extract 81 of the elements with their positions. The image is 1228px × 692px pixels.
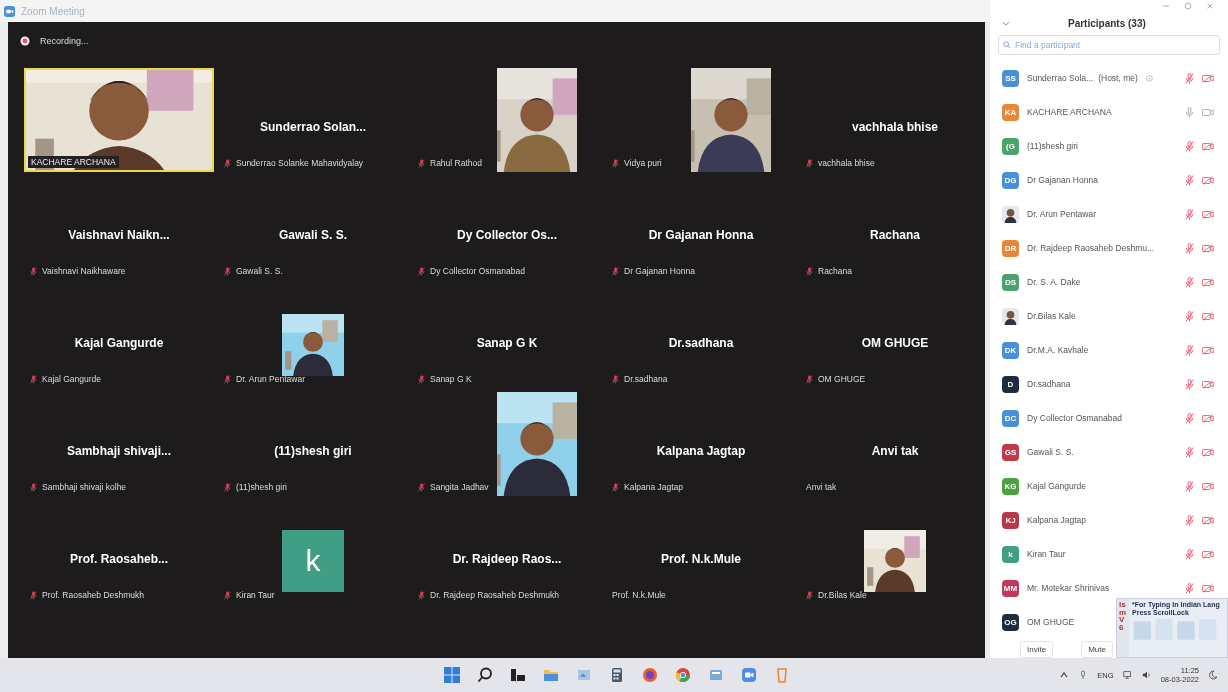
participant-label: Dr Gajanan Honna xyxy=(624,266,695,276)
participant-name: Sambhaji shivaji... xyxy=(66,444,171,458)
participant-name: Dr Gajanan Honna xyxy=(648,228,754,242)
participant-label: Vaishnavi Naikhaware xyxy=(42,266,126,276)
participant-label: Anvi tak xyxy=(806,482,837,492)
participant-label: vachhala bhise xyxy=(818,158,875,168)
participant-name: Kajal Gangurde xyxy=(1027,481,1087,491)
participant-name: Dr. Arun Pentawar xyxy=(1027,209,1096,219)
initials-avatar: MM xyxy=(1002,579,1019,597)
role-label: (Host, me) xyxy=(1098,73,1138,83)
participant-label: Sambhaji shivaji kolhe xyxy=(42,482,127,492)
participant-label: Gawali S. S. xyxy=(236,266,283,276)
initials-avatar: KJ xyxy=(1002,511,1019,529)
participant-name: Dr. Rajdeep Raosaheb Deshmu... xyxy=(1027,243,1155,253)
participant-name: Prof. N.k.Mule xyxy=(661,552,741,566)
participant-name: Rachana xyxy=(870,228,920,242)
ime-badge: ism V6 xyxy=(1117,599,1129,657)
participant-label: Vidya puri xyxy=(624,158,662,168)
participant-name: Dy Collector Osmanabad xyxy=(1027,413,1122,423)
recording-status: Recording... xyxy=(40,36,89,46)
initials-avatar: KA xyxy=(1002,103,1019,121)
initials-avatar: k xyxy=(1002,545,1019,563)
participant-label: Sangita Jadhav xyxy=(430,482,489,492)
initials-avatar: DK xyxy=(1002,341,1019,359)
initials-avatar: KG xyxy=(1002,477,1019,495)
participant-name: Sanap G K xyxy=(476,336,538,350)
participant-name: (11)shesh giri xyxy=(1027,141,1078,151)
participant-label: Rachana xyxy=(818,266,853,276)
participant-name: Prof. Raosaheb... xyxy=(70,552,168,566)
participant-label: (11)shesh giri xyxy=(236,482,287,492)
participant-label: Dy Collector Osmanabad xyxy=(430,266,525,276)
participant-label: OM GHUGE xyxy=(818,374,866,384)
participant-name: OM GHUGE xyxy=(861,336,929,350)
participant-label: Prof. N.k.Mule xyxy=(612,590,666,600)
participant-label: Kajal Gangurde xyxy=(42,374,102,384)
initials-avatar: DR xyxy=(1002,239,1019,257)
initials-avatar: DG xyxy=(1002,171,1019,189)
letter-avatar: k xyxy=(282,530,344,592)
participant-label: Dr.Bilas Kale xyxy=(818,590,867,600)
participant-label: Dr. Arun Pentawar xyxy=(236,374,305,384)
participant-name: Kalpana Jagtap xyxy=(1027,515,1087,525)
participant-label: Sanap G K xyxy=(430,374,472,384)
participant-name: Kajal Gangurde xyxy=(74,336,164,350)
participant-name: Kiran Taur xyxy=(1027,549,1066,559)
participant-label: KACHARE ARCHANA xyxy=(31,157,116,167)
initials-avatar: D xyxy=(1002,375,1019,393)
participant-label: Prof. Raosaheb Deshmukh xyxy=(42,590,145,600)
participant-name: Vaishnavi Naikn... xyxy=(68,228,170,242)
participant-label: Dr.sadhana xyxy=(624,374,668,384)
participant-name: Dr.sadhana xyxy=(668,336,734,350)
participant-name: Dr.Bilas Kale xyxy=(1027,311,1076,321)
participant-name: Kalpana Jagtap xyxy=(656,444,746,458)
participant-name: Dr Gajanan Honna xyxy=(1027,175,1098,185)
participant-name: Dy Collector Os... xyxy=(457,228,557,242)
panel-title: Participants (33) xyxy=(1068,18,1146,30)
participant-name: Gawali S. S. xyxy=(279,228,347,242)
participant-name: Anvi tak xyxy=(871,444,919,458)
participant-name: Gawali S. S. xyxy=(1027,447,1074,457)
participant-name: KACHARE ARCHANA xyxy=(1027,107,1112,117)
initials-avatar: OG xyxy=(1002,613,1019,631)
participant-name: Sunderrao Solan... xyxy=(260,120,366,134)
window-title: Zoom Meeting xyxy=(21,5,85,17)
initials-avatar: (G xyxy=(1002,137,1019,155)
initials-avatar: GS xyxy=(1002,443,1019,461)
participant-name: Mr. Motekar Shrinivas xyxy=(1027,583,1110,593)
participant-name: Sunderrao Sola... xyxy=(1027,73,1094,83)
participant-label: Kalpana Jagtap xyxy=(624,482,684,492)
participant-label: Kiran Taur xyxy=(236,590,275,600)
initials-avatar: DS xyxy=(1002,273,1019,291)
participant-name: Dr.sadhana xyxy=(1027,379,1071,389)
participant-name: Dr.M.A. Kavhale xyxy=(1027,345,1089,355)
participant-label: Dr. Rajdeep Raosaheb Deshmukh xyxy=(430,590,559,600)
initials-avatar: DC xyxy=(1002,409,1019,427)
participant-label: Rahul Rathod xyxy=(430,158,482,168)
participant-label: Sunderrao Solanke Mahavidyalay xyxy=(236,158,364,168)
participant-name: (11)shesh giri xyxy=(274,444,352,458)
participant-name: OM GHUGE xyxy=(1027,617,1075,627)
initials-avatar: SS xyxy=(1002,69,1019,87)
participant-name: vachhala bhise xyxy=(851,120,938,134)
participant-name: Dr. S. A. Dake xyxy=(1027,277,1081,287)
participant-name: Dr. Rajdeep Raos... xyxy=(452,552,562,566)
